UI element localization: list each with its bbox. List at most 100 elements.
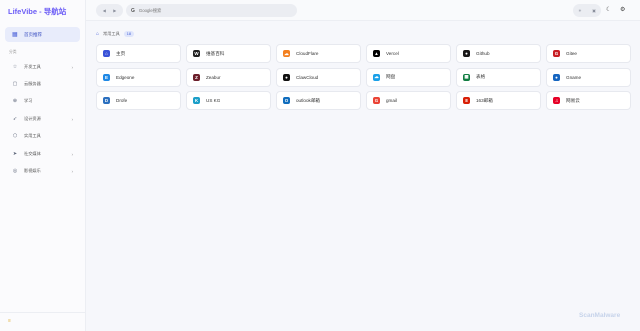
rocket-icon: ➶	[12, 116, 18, 122]
calendar-icon: ▢	[12, 81, 18, 87]
sidebar-item-label: 影视娱乐	[24, 168, 41, 173]
chevron-right-icon: ›	[71, 64, 74, 70]
brand-title[interactable]: LifeVibe - 导航站	[8, 6, 66, 17]
sidebar-item-label: 实用工具	[24, 133, 41, 138]
cloudflare-icon: ☁	[283, 50, 290, 57]
link-card[interactable]: ● Gname	[546, 67, 631, 87]
link-card[interactable]: ♫ 网易云	[546, 91, 631, 110]
spreadsheet-icon: ▦	[463, 73, 470, 81]
link-card[interactable]: D Drofe	[96, 91, 181, 110]
pin-icon: ⌂	[96, 31, 100, 37]
link-card-label: 维基百科	[206, 50, 225, 56]
moon-icon[interactable]: ☾	[606, 6, 611, 13]
sidebar-item-4[interactable]: ⬡ 实用工具	[5, 130, 80, 142]
globe-icon: ◎	[12, 168, 18, 174]
theme-switch: ☀ ▣	[573, 4, 601, 17]
top-bar: ◀ ▶ G Google搜索 ☀ ▣ ☾ ⚙	[86, 0, 640, 21]
link-card-label: Gitee	[566, 51, 577, 56]
sidebar: LifeVibe - 导航站 ▦ 首页推荐 分类 ☆ 开发工具 › ▢ 云服务器…	[0, 0, 86, 331]
gitee-icon: G	[553, 50, 560, 57]
sidebar-item-2[interactable]: ⊕ 学习	[5, 95, 80, 107]
watermark: ScanMalware	[579, 312, 621, 319]
link-card-label: 主页	[116, 50, 126, 56]
sidebar-item-label: 开发工具	[24, 64, 41, 69]
link-card[interactable]: Ooutlook邮箱	[276, 91, 361, 110]
zeabur-icon: Z	[193, 73, 200, 81]
history-nav: ◀ ▶	[96, 4, 123, 17]
sidebar-item-5[interactable]: ➤ 社交媒体 ›	[5, 148, 80, 160]
grid-icon: ▦	[12, 31, 18, 38]
link-card-label: outlook邮箱	[296, 97, 321, 103]
sidebar-section-label: 分类	[9, 50, 17, 54]
link-card[interactable]: ☁ CloudFlare	[276, 44, 361, 63]
link-card[interactable]: 8 163邮箱	[456, 91, 541, 110]
sidebar-item-label: 设计资源	[24, 116, 41, 121]
sidebar-item-label: 云服务器	[24, 81, 41, 86]
chevron-right-icon: ›	[71, 116, 74, 122]
sidebar-divider	[0, 312, 86, 313]
sun-icon[interactable]: ☀	[578, 8, 582, 13]
search-input[interactable]: G Google搜索	[126, 4, 297, 17]
sidebar-item-3[interactable]: ➶ 设计资源 ›	[5, 113, 80, 125]
link-card[interactable]: Z Zeabur	[186, 67, 271, 87]
sidebar-item-1[interactable]: ▢ 云服务器	[5, 78, 80, 90]
link-card[interactable]: Ggmail	[366, 91, 451, 110]
edgeone-icon: E	[103, 73, 110, 81]
gname-icon: ●	[553, 73, 560, 81]
send-icon: ➤	[12, 151, 18, 157]
link-card-label: Gname	[566, 74, 582, 80]
mail163-icon: 8	[463, 97, 470, 104]
link-card-label: CloudFlare	[296, 51, 319, 56]
link-card[interactable]: ● ClawCloud	[276, 67, 361, 87]
clawcloud-icon: ●	[283, 73, 290, 81]
sidebar-item-label: 社交媒体	[24, 151, 41, 156]
chevron-right-icon: ›	[71, 168, 74, 174]
group-title: 常用工具	[103, 31, 120, 36]
monitor-icon[interactable]: ▣	[592, 8, 596, 13]
link-card[interactable]: G Gitee	[546, 44, 631, 63]
link-card-label: 163邮箱	[476, 97, 493, 103]
gear-icon[interactable]: ⚙	[620, 6, 625, 13]
forward-icon[interactable]: ▶	[113, 8, 116, 13]
collapse-sidebar-icon[interactable]: ≡	[8, 318, 11, 324]
link-card-label: Github	[476, 51, 490, 56]
group-count-badge: 18	[123, 31, 135, 37]
github-icon: ●	[463, 50, 470, 57]
link-grid: ⌂ 主页 W 维基百科 ☁ CloudFlare ▲ Vercel ● Github G Gitee E…	[96, 44, 631, 110]
link-card[interactable]: E Edgeone	[96, 67, 181, 87]
drofe-icon: D	[103, 97, 110, 104]
sidebar-item-label: 学习	[24, 98, 33, 103]
link-card[interactable]: K US KG	[186, 91, 271, 110]
wikipedia-icon: W	[193, 50, 200, 57]
home-icon: ⌂	[103, 50, 110, 57]
link-card-label: 表格	[476, 74, 486, 79]
link-card[interactable]: ● Github	[456, 44, 541, 63]
link-card-label: gmail	[386, 98, 397, 103]
box-icon: ⬡	[12, 133, 18, 139]
link-card[interactable]: ☁ 网盘	[366, 67, 451, 87]
link-card[interactable]: ▲ Vercel	[366, 44, 451, 63]
google-icon[interactable]: G	[131, 8, 135, 14]
link-card-label: 网盘	[386, 74, 396, 79]
netease-icon: ♫	[553, 97, 560, 104]
outlook-icon: O	[283, 97, 290, 104]
link-card[interactable]: ▦ 表格	[456, 67, 541, 87]
lock-icon: ⊕	[12, 98, 18, 104]
link-card-label: Vercel	[386, 51, 399, 56]
cloud-drive-icon: ☁	[373, 73, 380, 81]
group-header: ⌂ 常用工具 18	[96, 31, 135, 37]
back-icon[interactable]: ◀	[103, 8, 106, 13]
gmail-icon: G	[373, 97, 380, 104]
sidebar-item-0[interactable]: ☆ 开发工具 ›	[5, 61, 80, 73]
link-card-label: US KG	[206, 98, 221, 103]
link-card-label: 网易云	[566, 97, 580, 103]
star-icon: ☆	[12, 64, 18, 70]
link-card[interactable]: ⌂ 主页	[96, 44, 181, 63]
link-card-label: ClawCloud	[296, 74, 319, 80]
link-card-label: Zeabur	[206, 74, 221, 80]
sidebar-item-home[interactable]: ▦ 首页推荐	[5, 27, 80, 42]
uskg-icon: K	[193, 97, 200, 104]
search-placeholder: Google搜索	[138, 7, 162, 13]
sidebar-item-6[interactable]: ◎ 影视娱乐 ›	[5, 165, 80, 177]
link-card[interactable]: W 维基百科	[186, 44, 271, 63]
